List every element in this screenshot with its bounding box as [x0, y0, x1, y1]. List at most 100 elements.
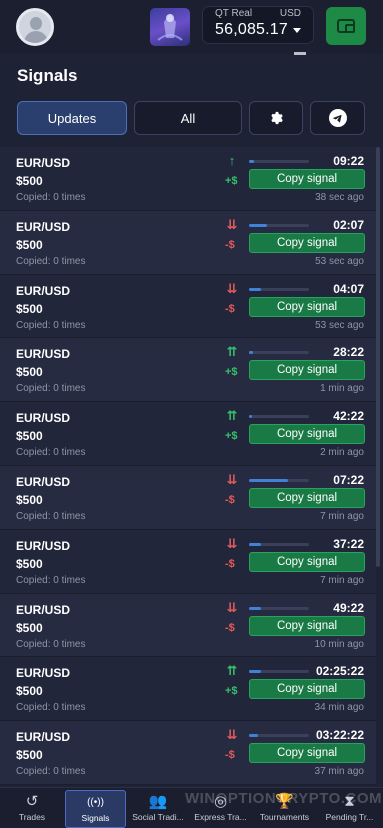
signal-row: EUR/USD $500 Copied: 0 times ⇊ -$ 03:22:22 Cop… [0, 721, 376, 785]
signal-progress-fill [249, 478, 288, 482]
nav-item-signal-antenna[interactable]: ((•)) Signals [65, 790, 126, 828]
signal-progress-fill [249, 542, 261, 546]
signal-progress-bar [249, 606, 309, 610]
copy-signal-button[interactable]: Copy signal [249, 424, 365, 445]
telegram-icon [328, 109, 347, 127]
signal-row: EUR/USD $500 Copied: 0 times ⇊ -$ 02:07 Copy s… [0, 210, 376, 275]
arrow-down-icon: ⇊ [226, 727, 238, 743]
signal-row: EUR/USD $500 Copied: 0 times ↑ +$ 09:22 Copy s… [0, 147, 376, 211]
nav-label: Express Tra... [194, 812, 247, 822]
signal-timer: 28:22 [333, 345, 364, 360]
arrow-down-icon: ⇊ [226, 471, 238, 487]
signal-progress-bar [249, 351, 309, 355]
signal-pair: EUR/USD [16, 474, 71, 489]
hourglass-icon: ⧗ [344, 792, 355, 810]
signal-row: EUR/USD $500 Copied: 0 times ⇈ +$ 42:22 Copy s… [0, 402, 376, 466]
signal-copied-count: Copied: 0 times [16, 574, 86, 586]
signal-direction-sign: -$ [225, 493, 235, 506]
telegram-button[interactable] [310, 101, 365, 135]
signal-copied-count: Copied: 0 times [16, 766, 86, 778]
signal-progress-fill [249, 223, 267, 227]
signal-direction-sign: +$ [225, 175, 238, 187]
app-root: QT Real USD 56,085.17 Signals Updates Al… [0, 0, 383, 828]
account-currency-label: USD [279, 8, 301, 19]
copy-signal-button[interactable]: Copy signal [249, 679, 365, 700]
signal-row: EUR/USD $500 Copied: 0 times ⇊ -$ 49:22 Copy s… [0, 593, 376, 658]
signal-copied-count: Copied: 0 times [16, 702, 86, 714]
level-badge-icon[interactable] [150, 8, 190, 46]
signal-progress-fill [249, 734, 258, 738]
copy-signal-button[interactable]: Copy signal [249, 232, 365, 253]
signal-progress-fill [249, 415, 252, 419]
signal-amount: $500 [16, 365, 43, 380]
copy-signal-button[interactable]: Copy signal [249, 551, 365, 572]
signal-progress-fill [249, 287, 261, 291]
settings-button[interactable] [249, 101, 303, 135]
signal-amount: $500 [16, 492, 43, 507]
header-scroll-indicator [294, 52, 306, 55]
bottom-nav: ↺ Trades ((•)) Signals 👥 Social Tradi... ◎ Expr… [0, 787, 383, 828]
signal-progress-fill [249, 351, 253, 355]
copy-signal-button[interactable]: Copy signal [249, 169, 365, 189]
signal-time-ago: 1 min ago [320, 383, 364, 395]
arrow-down-icon: ⇊ [226, 535, 238, 551]
signal-list[interactable]: EUR/USD $500 Copied: 0 times ↑ +$ 09:22 Copy s… [0, 147, 376, 787]
signal-amount: $500 [16, 748, 43, 763]
wallet-button[interactable] [326, 7, 366, 45]
arrow-up-icon: ⇈ [226, 663, 238, 679]
signal-time-ago: 7 min ago [320, 510, 364, 522]
signal-time-ago: 2 min ago [320, 447, 364, 459]
account-balance: 56,085.17 [215, 21, 288, 38]
signal-time-ago: 38 sec ago [315, 192, 364, 203]
signal-time-ago: 53 sec ago [315, 255, 364, 267]
history-icon: ↺ [25, 793, 39, 810]
signal-amount: $500 [16, 174, 43, 188]
signal-pair: EUR/USD [16, 666, 71, 681]
nav-item-target[interactable]: ◎ Express Tra... [190, 790, 251, 828]
signal-time-ago: 53 sec ago [315, 319, 364, 331]
target-icon: ◎ [213, 793, 228, 810]
nav-item-history[interactable]: ↺ Trades [2, 790, 62, 828]
copy-signal-button[interactable]: Copy signal [249, 487, 365, 508]
list-scrollbar[interactable] [376, 147, 380, 567]
signal-amount: $500 [16, 301, 43, 316]
signal-direction-sign: +$ [225, 430, 238, 443]
signal-pair: EUR/USD [16, 538, 71, 553]
users-icon: 👥 [148, 793, 168, 810]
signal-amount: $500 [16, 429, 43, 444]
signal-timer: 42:22 [333, 409, 364, 424]
nav-item-trophy[interactable]: 🏆 Tournaments [253, 790, 316, 828]
nav-item-hourglass[interactable]: ⧗ Pending Tr... [318, 790, 381, 828]
copy-signal-button[interactable]: Copy signal [249, 615, 365, 636]
signal-direction-sign: -$ [225, 302, 235, 315]
wallet-icon [337, 19, 355, 33]
copy-signal-button[interactable]: Copy signal [249, 296, 365, 317]
page-title: Signals [17, 66, 78, 85]
arrow-up-icon: ⇈ [226, 408, 238, 424]
signal-progress-bar [249, 670, 309, 674]
signal-row: EUR/USD $500 Copied: 0 times ⇈ +$ 28:22 Copy s… [0, 338, 376, 403]
signal-time-ago: 7 min ago [320, 574, 364, 586]
nav-item-users[interactable]: 👥 Social Tradi... [128, 790, 188, 828]
nav-label: Pending Tr... [325, 812, 374, 822]
signal-pair: EUR/USD [16, 347, 71, 362]
chevron-down-icon [293, 28, 301, 33]
copy-signal-button[interactable]: Copy signal [249, 360, 365, 381]
filter-updates-button[interactable]: Updates [17, 101, 127, 135]
signal-copied-count: Copied: 0 times [16, 192, 86, 203]
filter-all-button[interactable]: All [134, 101, 242, 135]
signal-timer: 04:07 [333, 281, 364, 296]
signal-progress-bar [249, 223, 309, 227]
arrow-down-icon: ⇊ [226, 280, 238, 296]
signal-time-ago: 37 min ago [314, 766, 364, 778]
signal-pair: EUR/USD [16, 602, 71, 617]
signal-timer: 37:22 [333, 536, 364, 551]
nav-label: Trades [18, 812, 46, 822]
signal-pair: EUR/USD [16, 219, 71, 234]
signal-direction-sign: +$ [225, 685, 238, 698]
account-selector[interactable]: QT Real USD 56,085.17 [202, 6, 314, 44]
user-avatar[interactable] [16, 8, 54, 46]
signal-copied-count: Copied: 0 times [16, 383, 86, 395]
copy-signal-button[interactable]: Copy signal [249, 743, 365, 764]
trophy-icon: 🏆 [275, 793, 294, 810]
